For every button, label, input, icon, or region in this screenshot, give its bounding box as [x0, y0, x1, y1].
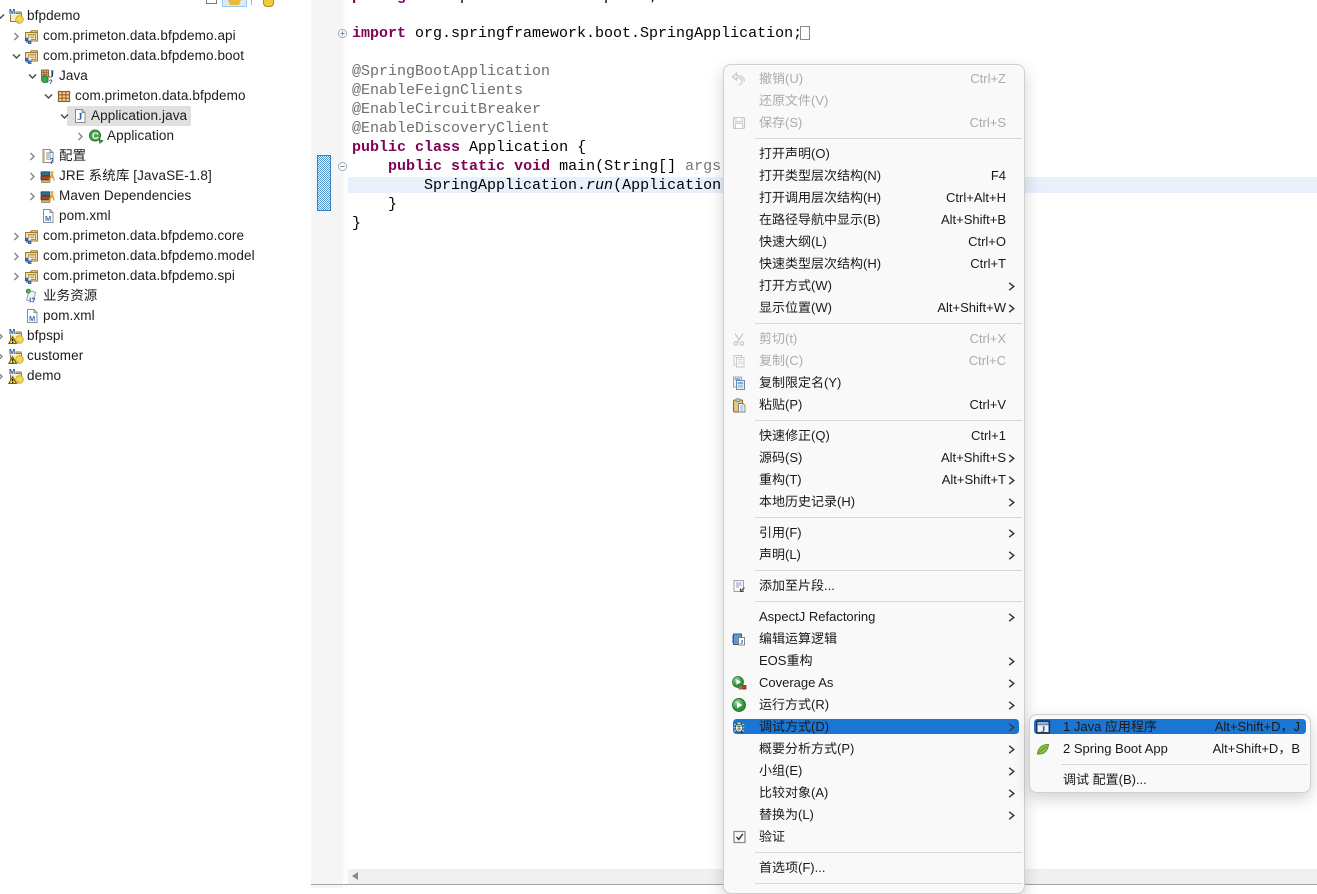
- svg-text:M: M: [9, 8, 15, 16]
- svg-text:M: M: [45, 214, 51, 223]
- svg-text:?: ?: [49, 79, 53, 84]
- svg-text:M: M: [9, 368, 15, 376]
- svg-text:!?: !?: [29, 298, 36, 305]
- svg-text:M: M: [9, 328, 15, 336]
- svg-text:J: J: [77, 112, 82, 123]
- svg-text:?: ?: [49, 157, 54, 164]
- svg-text:M: M: [29, 314, 35, 323]
- svg-text:M: M: [9, 348, 15, 356]
- svg-text:C: C: [92, 131, 99, 142]
